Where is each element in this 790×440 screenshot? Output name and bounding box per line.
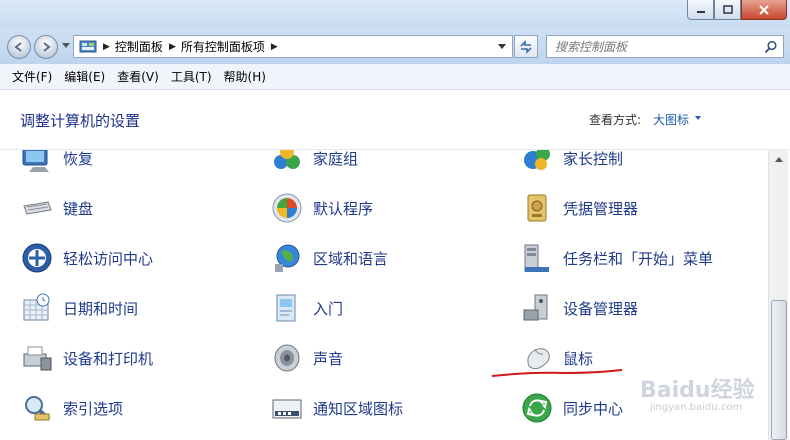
sound-icon — [270, 341, 304, 375]
refresh-icon — [520, 39, 532, 54]
arrow-up-icon — [775, 157, 783, 162]
taskbar-icon — [520, 241, 554, 275]
control-panel-icon — [79, 40, 97, 52]
item-notification-area-icons[interactable]: 通知区域图标 — [270, 388, 403, 428]
item-homegroup[interactable]: 家庭组 — [270, 150, 358, 178]
device-manager-icon — [520, 291, 554, 325]
item-date-time[interactable]: 日期和时间 — [20, 288, 138, 328]
minimize-button[interactable] — [687, 0, 714, 20]
item-device-manager[interactable]: 设备管理器 — [520, 288, 638, 328]
default-programs-icon — [270, 191, 304, 225]
item-recovery[interactable]: 恢复 — [20, 150, 93, 178]
item-keyboard[interactable]: 键盘 — [20, 188, 93, 228]
item-parental-controls[interactable]: 家长控制 — [520, 150, 623, 178]
vertical-scrollbar[interactable] — [768, 150, 788, 440]
item-default-programs[interactable]: 默认程序 — [270, 188, 373, 228]
search-box — [546, 35, 784, 58]
item-sound[interactable]: 声音 — [270, 338, 343, 378]
address-bar[interactable]: ▶ 控制面板 ▶ 所有控制面板项 ▶ — [73, 35, 513, 58]
menu-tools[interactable]: 工具(T) — [165, 68, 218, 85]
view-by-dropdown[interactable]: 大图标 — [653, 111, 689, 128]
search-input[interactable] — [555, 36, 760, 57]
menu-help[interactable]: 帮助(H) — [218, 68, 272, 85]
view-by-label: 查看方式: — [589, 113, 642, 127]
address-history-dropdown[interactable] — [498, 44, 506, 49]
item-devices-printers[interactable]: 设备和打印机 — [20, 338, 153, 378]
breadcrumb-separator-icon[interactable]: ▶ — [103, 42, 110, 52]
item-region-language[interactable]: 区域和语言 — [270, 238, 388, 278]
breadcrumb-separator-icon[interactable]: ▶ — [169, 42, 176, 52]
navigation-bar: ▶ 控制面板 ▶ 所有控制面板项 ▶ — [0, 28, 790, 64]
title-bar — [0, 0, 790, 28]
date-time-icon — [20, 291, 54, 325]
view-by-caret-icon[interactable] — [695, 116, 701, 120]
watermark-url: jingyan.baidu.com — [650, 402, 743, 413]
close-icon — [759, 4, 769, 15]
parental-controls-icon — [520, 150, 554, 175]
sync-center-icon — [520, 391, 554, 425]
back-button[interactable] — [7, 35, 31, 59]
item-ease-of-access[interactable]: 轻松访问中心 — [20, 238, 153, 278]
item-sync-center[interactable]: 同步中心 — [520, 388, 623, 428]
refresh-button[interactable] — [514, 35, 538, 58]
item-taskbar-start-menu[interactable]: 任务栏和「开始」菜单 — [520, 238, 713, 278]
forward-arrow-icon — [43, 42, 51, 52]
ease-of-access-icon — [20, 241, 54, 275]
recent-pages-dropdown[interactable] — [62, 43, 70, 48]
credential-manager-icon — [520, 191, 554, 225]
notification-area-icon — [270, 391, 304, 425]
minimize-icon — [696, 10, 705, 13]
breadcrumb-all-items[interactable]: 所有控制面板项 — [181, 38, 265, 55]
forward-button[interactable] — [34, 35, 58, 59]
close-button[interactable] — [741, 0, 787, 20]
annotation-underline — [491, 369, 623, 377]
indexing-options-icon — [20, 391, 54, 425]
maximize-icon — [722, 5, 733, 14]
page-title: 调整计算机的设置 — [20, 112, 141, 130]
menu-file[interactable]: 文件(F) — [6, 68, 58, 85]
menu-bar: 文件(F) 编辑(E) 查看(V) 工具(T) 帮助(H) — [0, 64, 790, 90]
item-indexing-options[interactable]: 索引选项 — [20, 388, 123, 428]
maximize-button[interactable] — [714, 0, 741, 20]
item-credential-manager[interactable]: 凭据管理器 — [520, 188, 638, 228]
recovery-icon — [20, 150, 54, 175]
getting-started-icon — [270, 291, 304, 325]
window-controls — [687, 0, 787, 20]
item-getting-started[interactable]: 入门 — [270, 288, 343, 328]
back-arrow-icon — [14, 42, 22, 52]
scroll-thumb[interactable] — [771, 300, 787, 440]
devices-printers-icon — [20, 341, 54, 375]
breadcrumb-control-panel[interactable]: 控制面板 — [115, 38, 163, 55]
breadcrumb-separator-icon[interactable]: ▶ — [271, 42, 278, 52]
search-icon[interactable] — [764, 40, 778, 54]
homegroup-icon — [270, 150, 304, 175]
scroll-up-button[interactable] — [772, 153, 786, 165]
menu-view[interactable]: 查看(V) — [111, 68, 165, 85]
region-language-icon — [270, 241, 304, 275]
keyboard-icon — [20, 191, 54, 225]
menu-edit[interactable]: 编辑(E) — [58, 68, 111, 85]
watermark-logo: Baidu经验 — [640, 378, 755, 403]
